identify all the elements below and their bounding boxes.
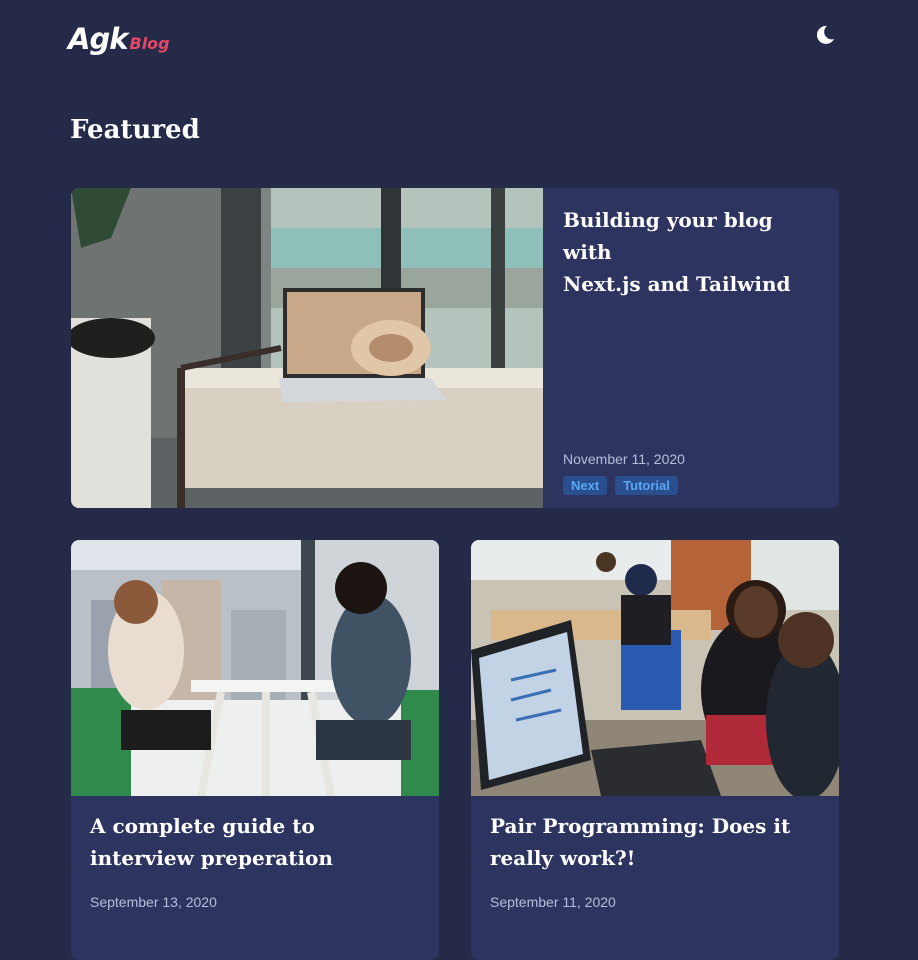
post-card-interview-guide[interactable]: A complete guide to interview preperatio… [71,540,439,960]
featured-post-date: November 11, 2020 [563,451,685,467]
featured-post-title-line1: Building your blog with [563,208,773,264]
tag-tutorial[interactable]: Tutorial [615,476,678,495]
post-image-interview[interactable] [71,540,439,796]
post-title-pair-programming-line2: really work?! [490,846,636,870]
theme-toggle-button[interactable] [812,22,838,48]
post-title-interview[interactable]: A complete guide to interview preperatio… [90,810,420,874]
featured-post-title-line2: Next.js and Tailwind [563,272,791,296]
tag-next[interactable]: Next [563,476,608,495]
post-title-pair-programming[interactable]: Pair Programming: Does it really work?! [490,810,820,874]
post-date-pair-programming: September 11, 2020 [490,894,616,910]
logo-name: Agk [68,22,128,56]
featured-heading: Featured [70,115,200,145]
featured-post-tags: Next Tutorial [563,476,685,495]
post-title-interview-line1: A complete guide to [90,814,315,838]
featured-post-image[interactable] [71,188,543,508]
featured-post-card[interactable]: Building your blog with Next.js and Tail… [71,188,839,508]
logo-suffix: Blog [129,34,170,53]
post-title-interview-line2: interview preperation [90,846,333,870]
post-image-pair-programming[interactable] [471,540,839,796]
moon-icon [816,25,834,44]
post-card-pair-programming[interactable]: Pair Programming: Does it really work?! … [471,540,839,960]
site-logo[interactable]: Agk Blog [68,22,170,56]
post-date-interview: September 13, 2020 [90,894,217,910]
featured-post-title[interactable]: Building your blog with Next.js and Tail… [563,204,819,300]
post-title-pair-programming-line1: Pair Programming: Does it [490,814,791,838]
